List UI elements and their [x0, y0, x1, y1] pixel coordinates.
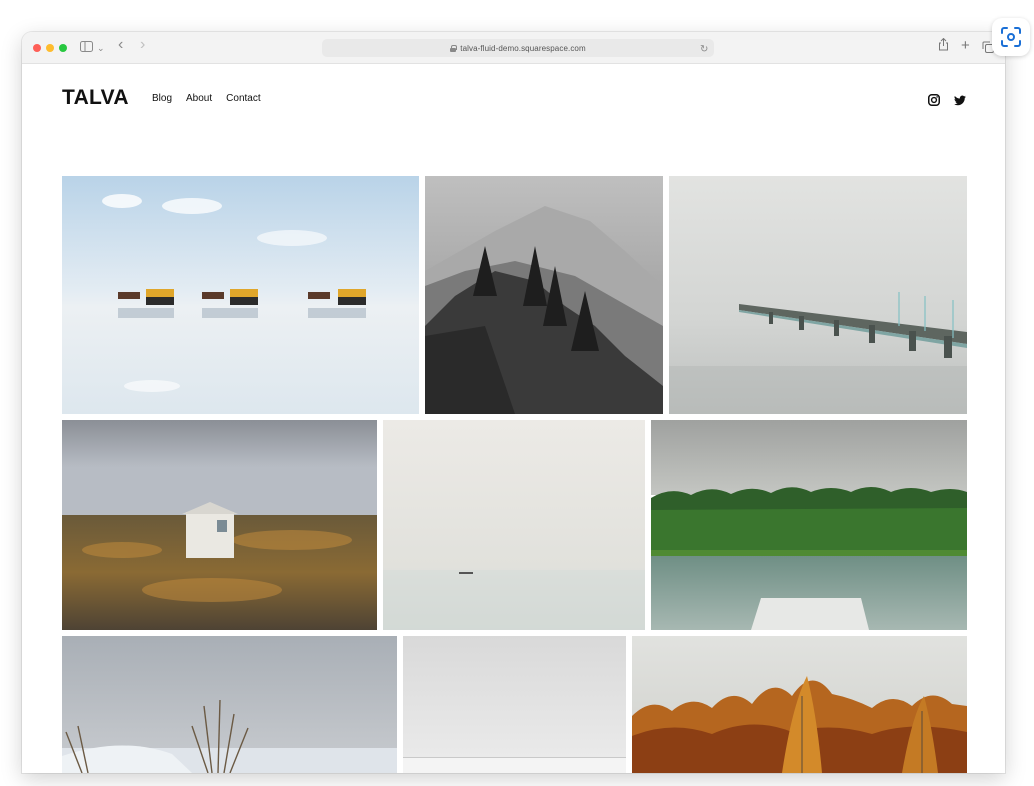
gallery-photo-grass-on-icy-shore[interactable] [62, 636, 397, 773]
gallery-photo-misty-mountain-forest[interactable] [425, 176, 663, 414]
gallery-photo-horse-carts-on-shore[interactable] [62, 176, 419, 414]
gallery-photo-foggy-horizon[interactable] [403, 636, 626, 773]
browser-window: ⌄ ‹ › talva-fluid-demo.squarespace.com ↻… [22, 32, 1005, 773]
photo-gallery [22, 32, 1005, 773]
scan-icon [1001, 27, 1021, 47]
gallery-photo-forest-lake-with-dock[interactable] [651, 420, 967, 630]
visual-lookup-button[interactable] [992, 18, 1030, 56]
gallery-photo-autumn-trees[interactable] [632, 636, 967, 773]
gallery-photo-boat-on-calm-sea[interactable] [383, 420, 645, 630]
gallery-photo-white-hut-on-tundra[interactable] [62, 420, 377, 630]
gallery-photo-pier-in-fog[interactable] [669, 176, 967, 414]
